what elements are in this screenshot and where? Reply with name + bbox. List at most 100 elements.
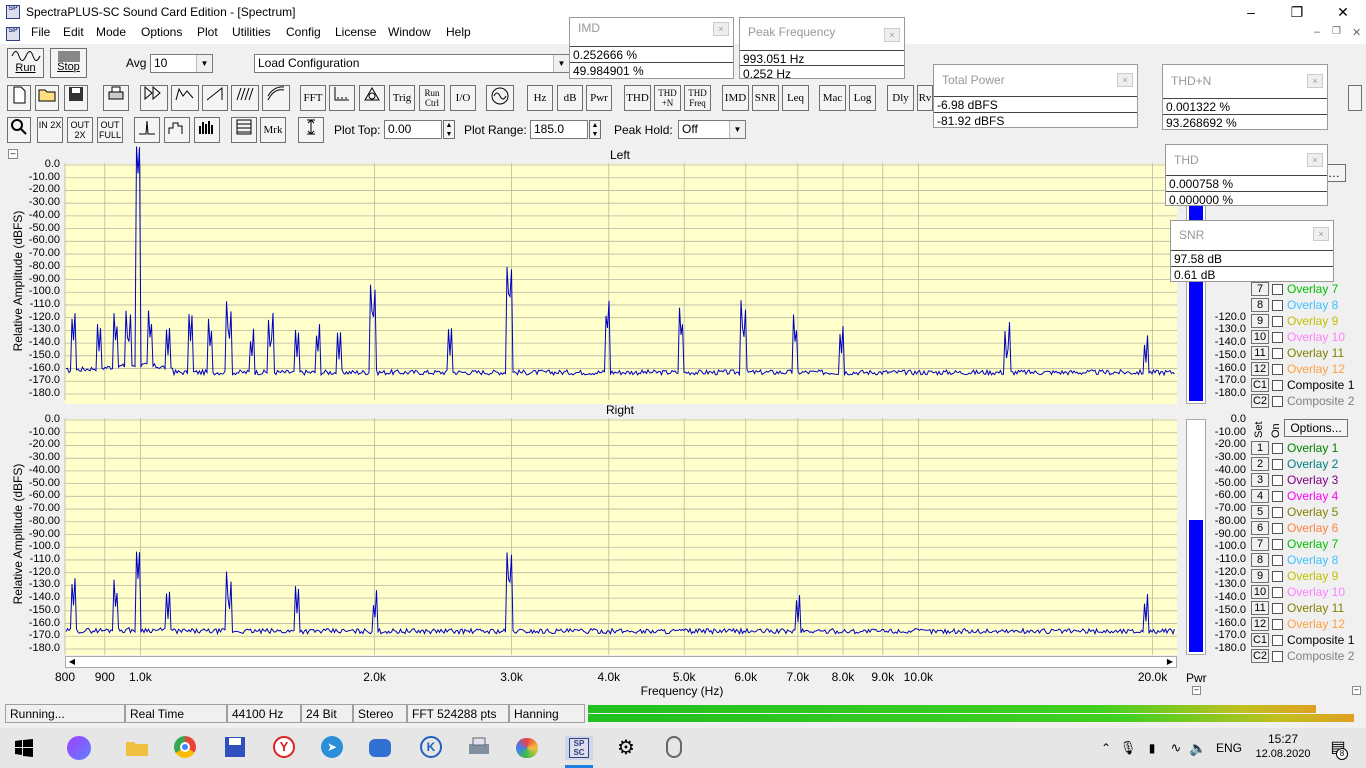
scroll-right-icon[interactable]: ▶ [1164, 657, 1176, 667]
peak-frequency-meter[interactable]: Peak Frequency × 993.051 Hz 0.252 Hz [739, 17, 905, 81]
cloud-app-icon[interactable] [369, 736, 393, 760]
overlay-set-button[interactable]: 10 [1251, 585, 1269, 599]
overlay-set-button[interactable]: 8 [1251, 298, 1269, 312]
overlay-checkbox[interactable] [1272, 603, 1283, 614]
overlay-set-button[interactable]: 9 [1251, 569, 1269, 583]
overlay-set-button[interactable]: C2 [1251, 649, 1269, 663]
overlay-checkbox[interactable] [1272, 539, 1283, 550]
language-indicator[interactable]: ENG [1216, 741, 1242, 755]
overlay-set-button[interactable]: 11 [1251, 601, 1269, 615]
x-tick-label: 9.0k [871, 670, 895, 684]
settings-gear-icon[interactable]: ⚙ [614, 736, 638, 760]
overlay-checkbox[interactable] [1272, 491, 1283, 502]
thdn-close-icon[interactable]: × [1307, 74, 1323, 88]
overlay-checkbox[interactable] [1272, 555, 1283, 566]
scroll-left-icon[interactable]: ◀ [66, 657, 78, 667]
telegram-icon[interactable]: ➤ [321, 736, 345, 760]
imd-meter-title: IMD [570, 18, 733, 37]
overlay-set-button[interactable]: C1 [1251, 633, 1269, 647]
overlay-collapse-icon[interactable]: – [1352, 686, 1361, 695]
wifi-icon[interactable]: ∿ [1164, 736, 1188, 760]
x-tick-label: 4.0k [597, 670, 621, 684]
overlay-checkbox[interactable] [1272, 459, 1283, 470]
yandex-browser-icon[interactable]: Y [273, 736, 297, 760]
overlay-set-button[interactable]: 9 [1251, 314, 1269, 328]
overlay-set-button[interactable]: 7 [1251, 537, 1269, 551]
overlay-label: Composite 2 [1287, 649, 1355, 663]
overlay-checkbox[interactable] [1272, 651, 1283, 662]
overlay-checkbox[interactable] [1272, 364, 1283, 375]
overlay-checkbox[interactable] [1272, 380, 1283, 391]
overlay-checkbox[interactable] [1272, 523, 1283, 534]
total-power-close-icon[interactable]: × [1117, 73, 1133, 87]
overlay-set-button[interactable]: C2 [1251, 394, 1269, 408]
paint-icon[interactable] [516, 736, 540, 760]
overlay-set-button[interactable]: 6 [1251, 521, 1269, 535]
overlay-checkbox[interactable] [1272, 300, 1283, 311]
thd-meter[interactable]: THD × 0.000758 % 0.000000 % [1165, 144, 1328, 207]
chevron-up-icon[interactable]: ⌃ [1094, 736, 1118, 760]
kaspersky-icon[interactable]: K [420, 736, 444, 760]
overlay-checkbox[interactable] [1272, 635, 1283, 646]
imd-meter[interactable]: IMD × 0.252666 % 49.984901 % [569, 17, 734, 79]
overlay-set-button[interactable]: 5 [1251, 505, 1269, 519]
overlay-checkbox[interactable] [1272, 396, 1283, 407]
overlay-checkbox[interactable] [1272, 348, 1283, 359]
overlay-set-button[interactable]: 10 [1251, 330, 1269, 344]
horizontal-scrollbar[interactable]: ◀ ▶ [65, 656, 1177, 668]
power-tick-label: -180.0 [1214, 642, 1246, 654]
save-app-icon[interactable] [223, 736, 247, 760]
x-tick-label: 5.0k [672, 670, 696, 684]
media-icon[interactable] [662, 736, 686, 760]
overlay-label: Composite 1 [1287, 378, 1355, 392]
windows-start-icon[interactable] [12, 736, 36, 760]
overlay-set-button[interactable]: 2 [1251, 457, 1269, 471]
scanner-icon[interactable] [467, 736, 491, 760]
x-tick-label: 2.0k [363, 670, 386, 684]
microphone-icon[interactable]: 🎙 [1116, 736, 1140, 760]
alice-assistant-icon[interactable] [67, 736, 91, 760]
spectraplus-taskbar-icon[interactable]: SP SC [565, 736, 593, 760]
file-explorer-icon[interactable] [125, 736, 149, 760]
battery-icon[interactable]: ▮ [1140, 736, 1164, 760]
x-tick-label: 10.0k [903, 670, 934, 684]
overlay-set-button[interactable]: 7 [1251, 282, 1269, 296]
overlay-set-button[interactable]: 12 [1251, 362, 1269, 376]
overlay-checkbox[interactable] [1272, 332, 1283, 343]
clock-time[interactable]: 15:27 [1250, 732, 1316, 746]
overlay-checkbox[interactable] [1272, 443, 1283, 454]
overlay-checkbox[interactable] [1272, 571, 1283, 582]
total-power-title: Total Power [934, 65, 1137, 91]
options-button[interactable]: Options... [1284, 419, 1348, 437]
power-tick-label: -140.0 [1214, 336, 1246, 349]
overlay-set-button[interactable]: 8 [1251, 553, 1269, 567]
peak-frequency-close-icon[interactable]: × [884, 28, 900, 42]
overlay-checkbox[interactable] [1272, 284, 1283, 295]
snr-close-icon[interactable]: × [1313, 227, 1329, 241]
overlay-checkbox[interactable] [1272, 587, 1283, 598]
imd-value-2: 49.984901 % [570, 62, 733, 78]
volume-icon[interactable]: 🔈 [1186, 736, 1210, 760]
thd-close-icon[interactable]: × [1307, 153, 1323, 167]
overlay-set-button[interactable]: C1 [1251, 378, 1269, 392]
overlay-set-button[interactable]: 4 [1251, 489, 1269, 503]
imd-close-icon[interactable]: × [713, 22, 729, 36]
pwr-collapse-icon[interactable]: – [1192, 686, 1201, 695]
overlay-set-button[interactable]: 1 [1251, 441, 1269, 455]
overlay-set-button[interactable]: 11 [1251, 346, 1269, 360]
clock-date[interactable]: 12.08.2020 [1250, 748, 1316, 760]
thdn-meter[interactable]: THD+N × 0.001322 % 93.268692 % [1162, 64, 1328, 130]
snr-meter[interactable]: SNR × 97.58 dB 0.61 dB [1170, 220, 1334, 282]
overlay-label: Composite 1 [1287, 633, 1355, 647]
overlay-checkbox[interactable] [1272, 475, 1283, 486]
power-tick-label: -150.0 [1214, 603, 1246, 616]
overlay-set-button[interactable]: 3 [1251, 473, 1269, 487]
overlay-checkbox[interactable] [1272, 316, 1283, 327]
overlay-label: Overlay 7 [1287, 282, 1339, 296]
overlay-set-button[interactable]: 12 [1251, 617, 1269, 631]
overlay-checkbox[interactable] [1272, 619, 1283, 630]
overlay-checkbox[interactable] [1272, 507, 1283, 518]
total-power-meter[interactable]: Total Power × -6.98 dBFS -81.92 dBFS [933, 64, 1138, 128]
thd-value-2: 0.000000 % [1166, 191, 1327, 207]
chrome-icon[interactable] [174, 736, 198, 760]
